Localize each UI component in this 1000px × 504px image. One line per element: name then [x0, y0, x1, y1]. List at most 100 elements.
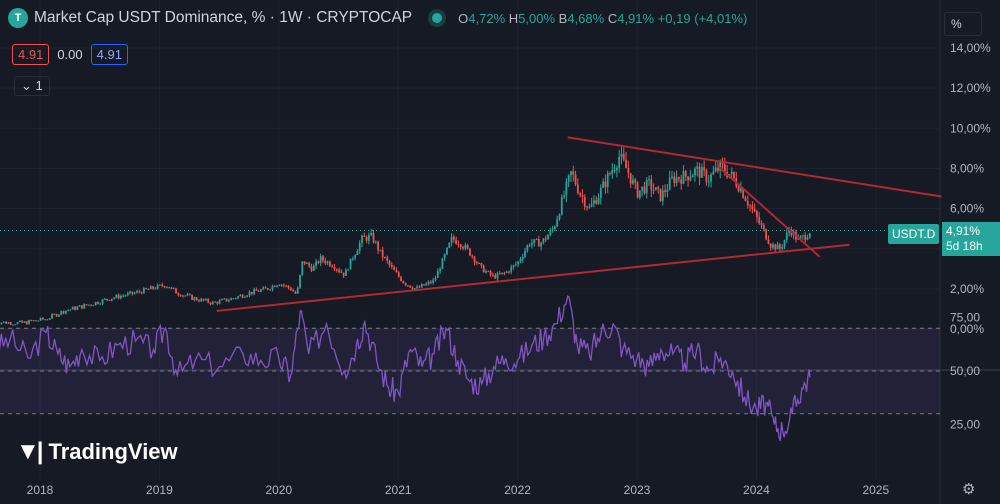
candle-body: [466, 245, 469, 249]
candle-body: [55, 313, 58, 317]
candle-body: [469, 248, 471, 256]
candle-body: [103, 298, 106, 300]
candle-body: [186, 294, 189, 296]
candle-body: [131, 291, 134, 294]
candle-body: [145, 288, 148, 290]
indicators-toggle[interactable]: ⌄ 1: [14, 76, 50, 96]
rsi-tick-label: 75,00: [950, 311, 980, 325]
buy-button[interactable]: 4.91: [90, 44, 128, 65]
candle-body: [404, 283, 407, 286]
candle-body: [680, 179, 683, 184]
candle-body: [306, 263, 308, 265]
candle-body: [2, 321, 5, 323]
candle-body: [418, 286, 421, 288]
gear-icon[interactable]: ⚙: [962, 480, 975, 498]
x-tick-label: 2019: [146, 483, 173, 497]
candle-body: [384, 257, 386, 259]
candle-body: [588, 206, 591, 208]
candle-body: [733, 171, 735, 179]
candle-body: [168, 287, 171, 289]
candle-body: [691, 175, 694, 178]
candle-body: [620, 153, 623, 157]
candle-body: [597, 197, 600, 204]
candle-body: [351, 258, 354, 260]
candle-body: [85, 304, 88, 306]
candle-body: [379, 249, 382, 251]
candle-body: [567, 175, 570, 182]
candle-body: [106, 298, 109, 300]
candle-body: [393, 266, 396, 271]
candle-body: [241, 294, 244, 298]
sell-button[interactable]: 4.91: [12, 44, 50, 65]
market-status-icon[interactable]: [432, 13, 443, 23]
candle-body: [331, 265, 334, 267]
candle-body: [482, 265, 485, 273]
candle-body: [446, 247, 448, 255]
x-tick-label: 2024: [743, 483, 770, 497]
tradingview-watermark: ▼| TradingView: [16, 438, 178, 466]
symbol-title[interactable]: Market Cap USDT Dominance, % · 1W · CRYP…: [34, 9, 412, 27]
candle-body: [478, 262, 481, 264]
y-tick-label: 10,00%: [950, 121, 991, 135]
candle-body: [547, 235, 549, 240]
candle-body: [202, 298, 205, 301]
candle-body: [99, 303, 102, 305]
candle-body: [60, 310, 63, 315]
candle-body: [156, 284, 159, 289]
price-scale-unit[interactable]: %: [944, 12, 982, 36]
candle-body: [804, 235, 807, 240]
candle-body: [347, 269, 350, 271]
candle-body: [218, 300, 221, 304]
candle-body: [668, 177, 671, 190]
candle-body: [312, 265, 315, 271]
candle-body: [195, 297, 198, 301]
candle-body: [762, 225, 765, 230]
candle-body: [136, 291, 138, 293]
candle-body: [285, 285, 288, 287]
candle-body: [604, 181, 607, 188]
trend-line: [216, 243, 850, 312]
candle-body: [590, 203, 593, 207]
candle-body: [638, 190, 641, 198]
candle-body: [395, 270, 398, 273]
candle-body: [407, 285, 409, 287]
candle-body: [776, 244, 779, 250]
candle-body: [556, 219, 559, 227]
candle-body: [74, 306, 76, 310]
candle-body: [175, 288, 177, 294]
candle-body: [161, 284, 164, 287]
candle-body: [361, 235, 363, 244]
candle-body: [207, 298, 210, 303]
candle-body: [570, 171, 572, 176]
spread-value: 0.00: [57, 47, 83, 62]
candle-body: [101, 299, 104, 304]
candle-body: [491, 274, 494, 276]
candle-body: [746, 200, 749, 206]
candle-body: [44, 319, 47, 321]
candle-body: [62, 310, 65, 314]
candle-body: [427, 281, 430, 284]
ohlc-values: O4,72% H5,00% B4,68% C4,91% +0,19 (+4,01…: [458, 10, 748, 26]
candle-body: [432, 279, 435, 283]
candle-body: [71, 306, 74, 310]
candle-body: [471, 255, 474, 257]
rsi-tick-label: 50,00: [950, 364, 980, 378]
chart-canvas[interactable]: 0,00%2,00%4,00%6,00%8,00%10,00%12,00%14,…: [0, 0, 1000, 504]
candle-body: [83, 304, 86, 309]
candle-body: [78, 305, 81, 307]
candle-body: [170, 287, 173, 289]
y-tick-label: 14,00%: [950, 41, 991, 55]
candle-body: [287, 285, 290, 288]
candle-body: [533, 239, 536, 243]
candle-body: [579, 193, 582, 196]
tradingview-logo-icon: ▼|: [16, 438, 44, 465]
candle-body: [677, 177, 680, 180]
candle-body: [560, 197, 563, 215]
chevron-down-icon: ⌄: [21, 78, 32, 93]
candle-body: [655, 187, 657, 191]
candle-body: [682, 171, 685, 184]
candle-body: [553, 226, 556, 230]
candle-body: [563, 195, 565, 198]
candle-body: [138, 291, 141, 293]
candle-body: [388, 260, 391, 265]
